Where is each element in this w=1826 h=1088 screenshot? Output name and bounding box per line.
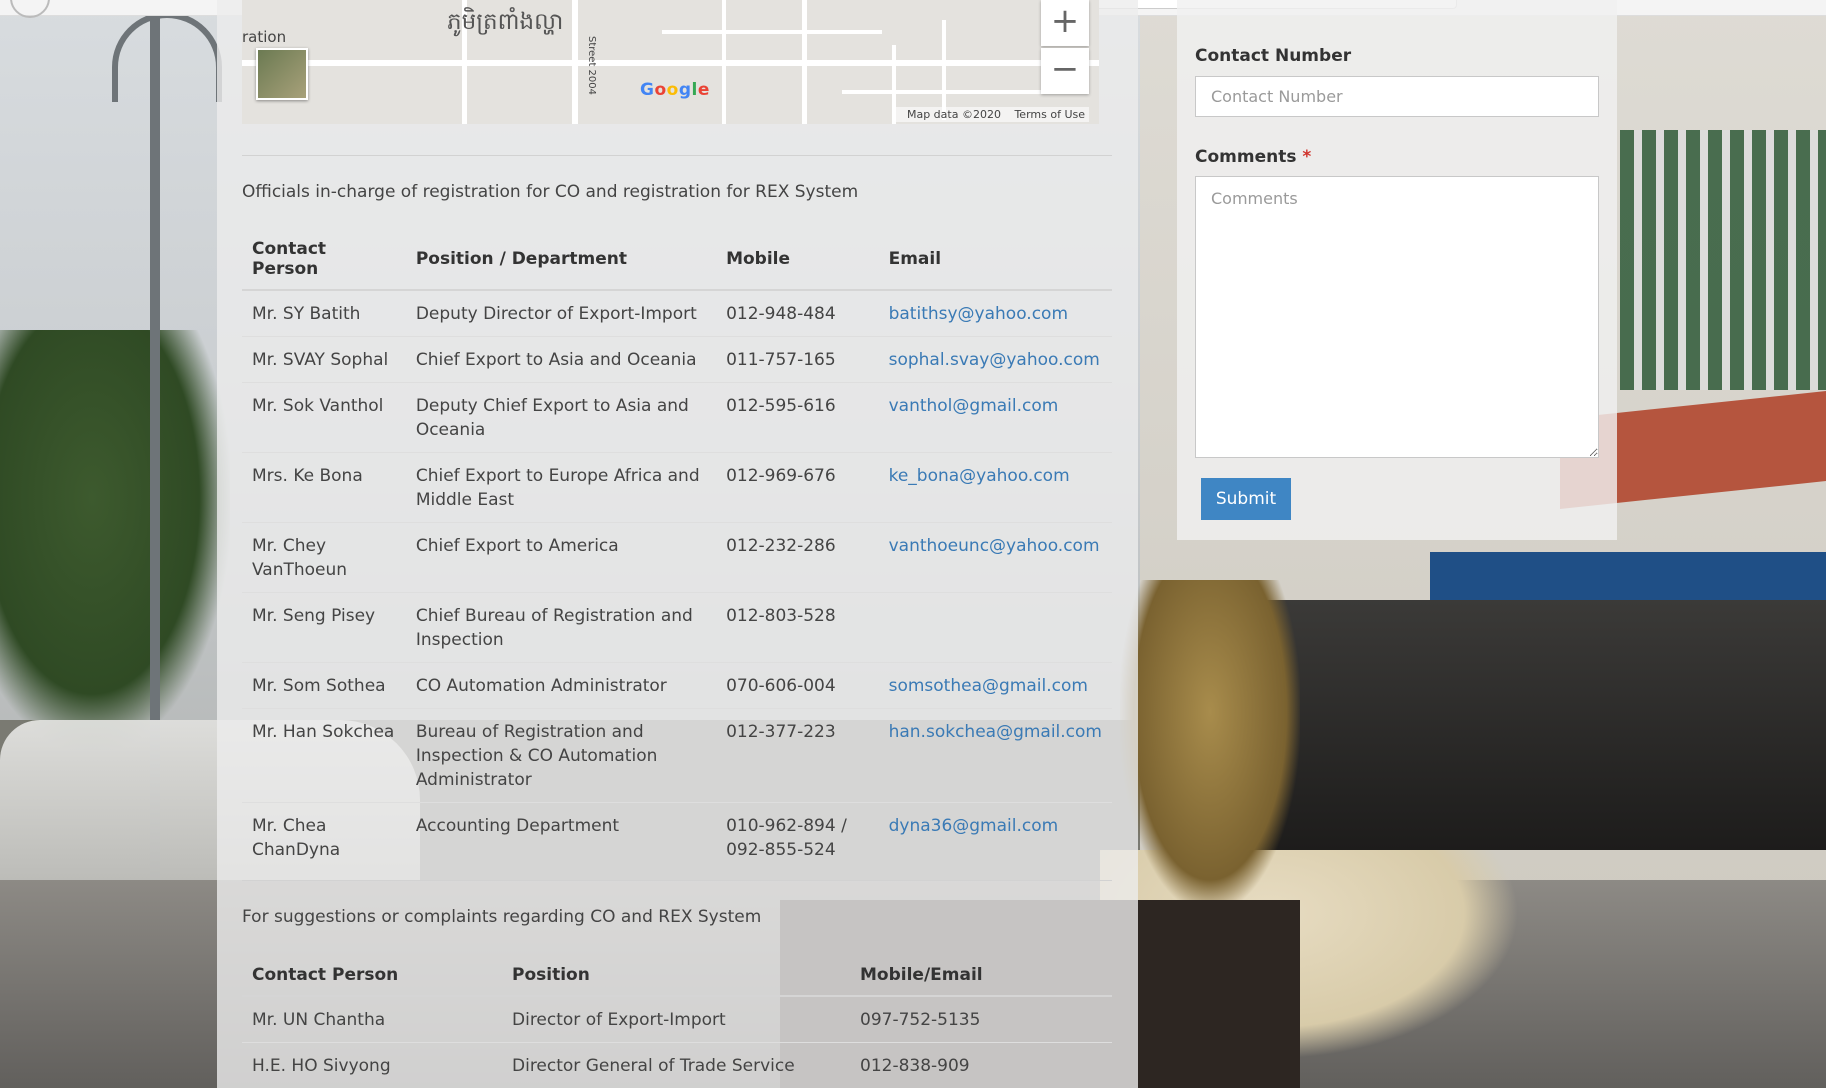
contact-number-input[interactable] bbox=[1195, 76, 1599, 117]
contact-person-cell: Mr. Sok Vanthol bbox=[242, 382, 406, 453]
map-data-text: Map data ©2020 bbox=[906, 108, 1001, 121]
contact-number-label: Contact Number bbox=[1195, 46, 1352, 66]
section-divider bbox=[242, 155, 1112, 156]
email-link[interactable]: dyna36@gmail.com bbox=[889, 816, 1059, 836]
comments-label: Comments * bbox=[1195, 147, 1311, 167]
mobile-cell: 070-606-004 bbox=[716, 662, 879, 709]
embedded-map[interactable]: ration ភូមិត្រពាំងល្ហា Street 2004 Googl… bbox=[242, 0, 1099, 124]
contact-person-cell: Mr. UN Chantha bbox=[242, 995, 502, 1043]
mobile-cell: 012-377-223 bbox=[716, 708, 879, 803]
column-header: Mobile bbox=[716, 229, 879, 291]
contact-form-panel: Contact Number Comments * Submit bbox=[1177, 0, 1617, 540]
table-row: Mr. Chea ChanDyna Accounting Department 01… bbox=[242, 802, 1112, 872]
position-cell: Accounting Department bbox=[405, 802, 717, 872]
table-row: Mr. Sok Vanthol Deputy Chief Export to As… bbox=[242, 382, 1112, 453]
submit-button[interactable]: Submit bbox=[1201, 478, 1291, 520]
table-row: Mr. Han Sokchea Bureau of Registration an… bbox=[242, 708, 1112, 803]
mobile-cell: 012-232-286 bbox=[716, 522, 879, 593]
contact-person-cell: Mr. Chey VanThoeun bbox=[242, 522, 406, 593]
contact-person-cell: Mrs. Ke Bona bbox=[242, 452, 406, 523]
column-header: Mobile/Email bbox=[850, 955, 1112, 997]
mobile-cell: 012-595-616 bbox=[716, 382, 879, 453]
column-header: Contact Person bbox=[242, 955, 502, 997]
contact-person-cell: Mr. Chea ChanDyna bbox=[242, 802, 406, 872]
officials-intro: Officials in-charge of registration for … bbox=[242, 182, 859, 202]
table-row: Mr. SY Batith Deputy Director of Export-I… bbox=[242, 289, 1112, 337]
mobile-cell: 012-948-484 bbox=[716, 289, 879, 337]
zoom-in-button[interactable]: + bbox=[1041, 0, 1089, 46]
map-attribution: Map data ©2020 Terms of Use bbox=[892, 107, 1089, 122]
map-terms-link[interactable]: Terms of Use bbox=[1014, 108, 1085, 121]
position-cell: Chief Export to Asia and Oceania bbox=[405, 336, 717, 383]
email-cell: batithsy@yahoo.com bbox=[878, 289, 1112, 337]
email-cell: dyna36@gmail.com bbox=[878, 802, 1112, 872]
contact-person-cell: Mr. SY Batith bbox=[242, 289, 406, 337]
browser-button[interactable] bbox=[10, 0, 50, 18]
table-header-row: Contact Person Position Mobile/Email bbox=[242, 955, 1112, 997]
table-row: Mr. SVAY Sophal Chief Export to Asia and … bbox=[242, 336, 1112, 383]
position-cell: Director General of Trade Service bbox=[502, 1042, 850, 1088]
email-cell: han.sokchea@gmail.com bbox=[878, 708, 1112, 803]
mobile-email-cell: 097-752-5135 bbox=[850, 995, 1112, 1043]
email-cell bbox=[878, 592, 1112, 663]
position-cell: Chief Export to America bbox=[405, 522, 717, 593]
position-cell: Deputy Chief Export to Asia and Oceania bbox=[405, 382, 717, 453]
contact-person-cell: Mr. Som Sothea bbox=[242, 662, 406, 709]
mobile-email-cell: 012-838-909 bbox=[850, 1042, 1112, 1088]
table-row: Mr. Seng Pisey Chief Bureau of Registrati… bbox=[242, 592, 1112, 663]
email-link[interactable]: han.sokchea@gmail.com bbox=[889, 722, 1102, 742]
contact-person-cell: Mr. SVAY Sophal bbox=[242, 336, 406, 383]
email-cell: ke_bona@yahoo.com bbox=[878, 452, 1112, 523]
table-row: Mrs. Ke Bona Chief Export to Europe Afric… bbox=[242, 452, 1112, 523]
email-cell: somsothea@gmail.com bbox=[878, 662, 1112, 709]
contact-person-cell: Mr. Seng Pisey bbox=[242, 592, 406, 663]
column-header: Position / Department bbox=[405, 229, 717, 291]
table-row: Mr. Chey VanThoeun Chief Export to Americ… bbox=[242, 522, 1112, 593]
contact-person-cell: H.E. HO Sivyong bbox=[242, 1042, 502, 1088]
email-link[interactable]: ke_bona@yahoo.com bbox=[889, 466, 1070, 486]
email-cell: sophal.svay@yahoo.com bbox=[878, 336, 1112, 383]
email-cell: vanthoeunc@yahoo.com bbox=[878, 522, 1112, 593]
section-divider bbox=[242, 880, 1112, 881]
contact-person-cell: Mr. Han Sokchea bbox=[242, 708, 406, 803]
map-village-label: ភូមិត្រពាំងល្ហា bbox=[447, 9, 564, 35]
table-header-row: Contact Person Position / Department Mob… bbox=[242, 229, 1112, 291]
table-row: Mr. UN Chantha Director of Export-Import 0… bbox=[242, 995, 1112, 1043]
column-header: Email bbox=[878, 229, 1112, 291]
position-cell: CO Automation Administrator bbox=[405, 662, 717, 709]
map-place-label: ration bbox=[242, 28, 287, 46]
mobile-cell: 011-757-165 bbox=[716, 336, 879, 383]
table-row: Mr. Som Sothea CO Automation Administrato… bbox=[242, 662, 1112, 709]
column-header: Position bbox=[502, 955, 850, 997]
position-cell: Deputy Director of Export-Import bbox=[405, 289, 717, 337]
position-cell: Director of Export-Import bbox=[502, 995, 850, 1043]
email-link[interactable]: batithsy@yahoo.com bbox=[889, 304, 1068, 324]
table-row: H.E. HO Sivyong Director General of Trade… bbox=[242, 1042, 1112, 1088]
email-cell: vanthol@gmail.com bbox=[878, 382, 1112, 453]
officials-table: Contact Person Position / Department Mob… bbox=[242, 229, 1112, 872]
comments-textarea[interactable] bbox=[1195, 176, 1599, 458]
email-link[interactable]: vanthoeunc@yahoo.com bbox=[889, 536, 1100, 556]
position-cell: Chief Export to Europe Africa and Middle… bbox=[405, 452, 717, 523]
complaints-table: Contact Person Position Mobile/Email Mr.… bbox=[242, 955, 1112, 1088]
email-link[interactable]: vanthol@gmail.com bbox=[889, 396, 1059, 416]
position-cell: Bureau of Registration and Inspection & … bbox=[405, 708, 717, 803]
contact-content-panel: ration ភូមិត្រពាំងល្ហា Street 2004 Googl… bbox=[217, 0, 1138, 1088]
mobile-cell: 012-803-528 bbox=[716, 592, 879, 663]
complaints-intro: For suggestions or complaints regarding … bbox=[242, 907, 762, 927]
satellite-toggle[interactable] bbox=[256, 48, 308, 100]
position-cell: Chief Bureau of Registration and Inspect… bbox=[405, 592, 717, 663]
comments-label-text: Comments bbox=[1195, 147, 1297, 167]
mobile-cell: 010-962-894 / 092-855-524 bbox=[716, 802, 879, 872]
map-street-label: Street 2004 bbox=[586, 35, 598, 96]
column-header: Contact Person bbox=[242, 229, 406, 291]
mobile-cell: 012-969-676 bbox=[716, 452, 879, 523]
zoom-out-button[interactable]: − bbox=[1041, 48, 1089, 94]
email-link[interactable]: somsothea@gmail.com bbox=[889, 676, 1088, 696]
email-link[interactable]: sophal.svay@yahoo.com bbox=[889, 350, 1100, 370]
required-marker: * bbox=[1302, 147, 1312, 167]
google-logo: Google bbox=[640, 80, 710, 100]
